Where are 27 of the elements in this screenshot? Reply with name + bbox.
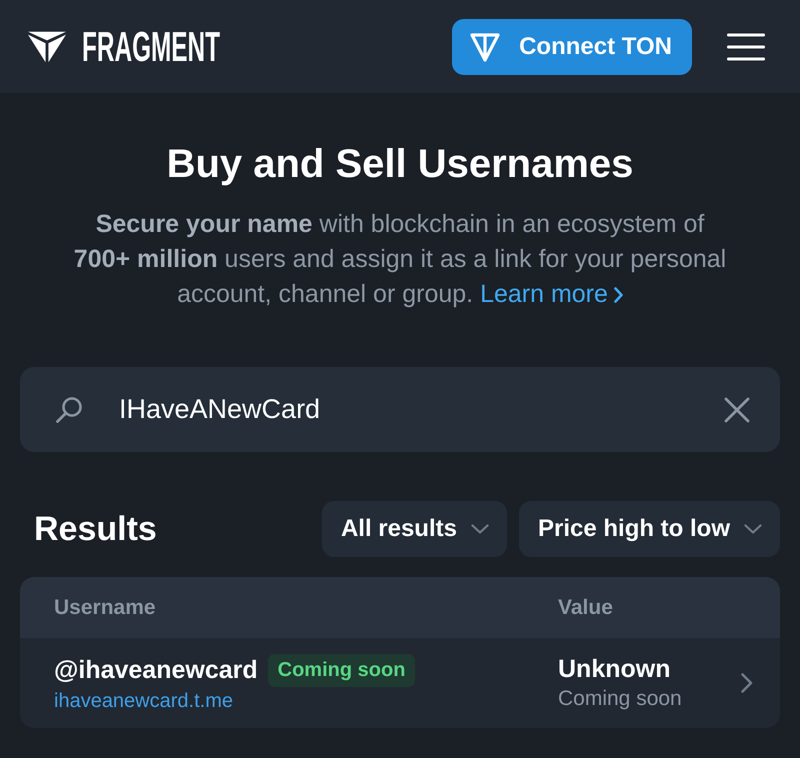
page-title: Buy and Sell Usernames bbox=[166, 141, 634, 188]
learn-more-link[interactable]: Learn more bbox=[480, 277, 623, 312]
column-header: Value bbox=[558, 596, 614, 620]
caret-icon bbox=[470, 524, 489, 534]
search-icon bbox=[55, 396, 83, 424]
column-header: Username bbox=[54, 596, 157, 620]
username-link[interactable]: ihaveanewcard.t.me bbox=[54, 690, 233, 712]
chevron-icon bbox=[614, 286, 623, 302]
value-note: Coming soon bbox=[558, 687, 683, 711]
status-badge: Coming soon bbox=[268, 654, 416, 686]
filter-dropdown[interactable]: All results bbox=[322, 501, 507, 557]
description-text: Secure your name with blockchain in an ecosystem of 700+ million users and assign it as a link for your personal account, channel or group. Learn more bbox=[70, 207, 730, 312]
filter-dropdown[interactable]: Price high to low bbox=[518, 501, 780, 557]
username-text: @ihaveanewcard bbox=[54, 656, 258, 684]
search-value: IHaveANewCard bbox=[119, 394, 322, 425]
connect-button[interactable]: Connect TON bbox=[452, 18, 692, 74]
close-icon[interactable] bbox=[724, 396, 750, 422]
value-text: Unknown bbox=[558, 655, 672, 684]
table-row[interactable]: @ihaveanewcard Coming soon ihaveanewcard.t.me Unknown Coming soon bbox=[20, 638, 780, 728]
caret-icon bbox=[744, 524, 762, 534]
triangle-icon bbox=[469, 30, 502, 62]
search-field[interactable]: IHaveANewCard bbox=[20, 367, 780, 452]
menu-icon[interactable] bbox=[727, 32, 765, 60]
logo-icon[interactable] bbox=[28, 30, 66, 62]
results-heading: Results bbox=[33, 510, 158, 548]
logo-wordmark[interactable]: FRAGMENT bbox=[82, 26, 220, 68]
chevron-icon bbox=[740, 672, 754, 694]
